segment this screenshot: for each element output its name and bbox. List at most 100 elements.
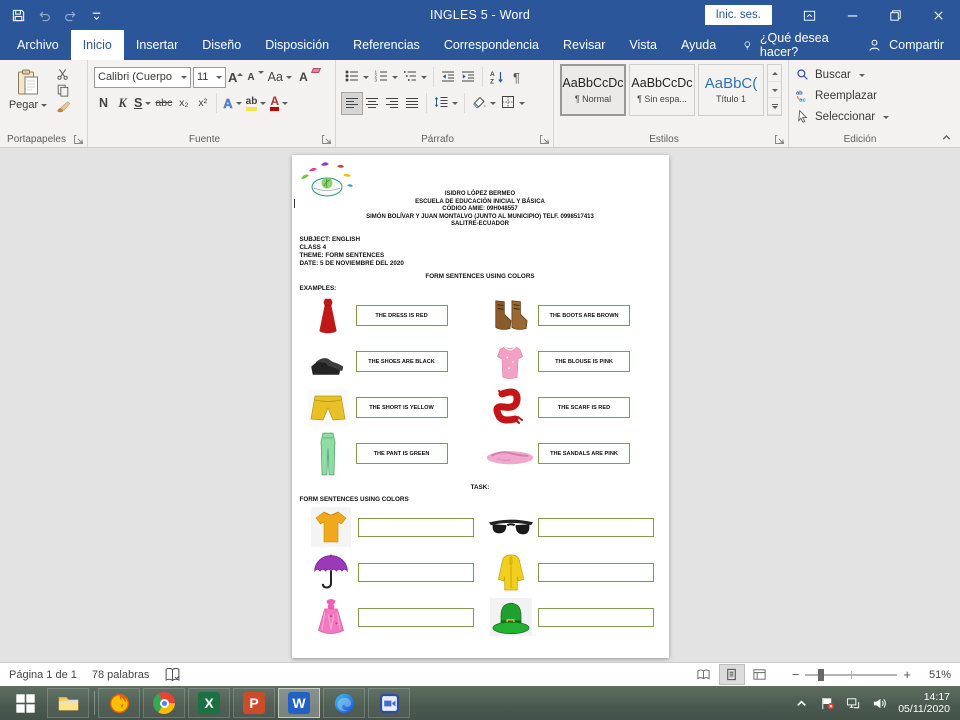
tab-insertar[interactable]: Insertar (124, 30, 190, 60)
action-center-flag-icon[interactable] (820, 696, 835, 711)
sentence-box[interactable]: THE SHORT IS YELLOW (356, 397, 448, 418)
grow-font-button[interactable]: A (226, 67, 245, 88)
font-name-select[interactable]: Calibri (Cuerpo (94, 67, 191, 88)
tab-referencias[interactable]: Referencias (341, 30, 432, 60)
sort-icon[interactable]: AZ (487, 67, 507, 88)
zoom-level[interactable]: 51% (917, 669, 951, 681)
change-case-button[interactable]: Aa (266, 67, 294, 88)
read-mode-view-icon[interactable] (692, 665, 716, 684)
taskbar-app-word[interactable]: W (278, 688, 320, 718)
dress-pink-image[interactable] (304, 595, 358, 639)
answer-box[interactable] (358, 608, 474, 627)
taskbar-app-powerpoint[interactable]: P (233, 688, 275, 718)
shading-button[interactable] (469, 93, 498, 114)
line-spacing-button[interactable] (431, 93, 460, 114)
taskbar-app-edge[interactable] (323, 688, 365, 718)
align-justify-icon[interactable] (402, 93, 422, 114)
cut-icon[interactable] (54, 66, 72, 82)
answer-box[interactable] (538, 518, 654, 537)
multilevel-list-button[interactable] (400, 67, 429, 88)
document-page[interactable]: ISIDRO LÓPEZ BERMEOESCUELA DE EDUCACIÓN … (292, 155, 669, 658)
decrease-indent-icon[interactable] (438, 67, 458, 88)
copy-icon[interactable] (54, 82, 72, 98)
tab-archivo[interactable]: Archivo (5, 30, 71, 60)
taskbar-app-firefox[interactable] (98, 688, 140, 718)
blouse-pink-image[interactable] (482, 342, 538, 382)
web-layout-view-icon[interactable] (748, 665, 772, 684)
increase-indent-icon[interactable] (458, 67, 478, 88)
font-color-button[interactable]: A (268, 93, 290, 114)
share-button[interactable]: Compartir (851, 30, 960, 60)
undo-icon[interactable] (37, 8, 52, 23)
hat-green-image[interactable] (484, 598, 538, 636)
school-logo-image[interactable] (297, 159, 357, 203)
styles-scroll-strip[interactable] (767, 64, 782, 116)
save-icon[interactable] (11, 8, 26, 23)
answer-box[interactable] (538, 608, 654, 627)
collapse-ribbon-icon[interactable] (940, 131, 953, 144)
superscript-button[interactable]: x² (193, 93, 212, 114)
zoom-out-button[interactable]: − (786, 667, 806, 682)
tab-vista[interactable]: Vista (617, 30, 669, 60)
umbrella-purple-image[interactable] (304, 551, 358, 593)
tab-revisar[interactable]: Revisar (551, 30, 617, 60)
ribbon-display-options-icon[interactable] (788, 0, 831, 30)
zoom-in-button[interactable]: + (897, 667, 917, 682)
boots-brown-image[interactable] (482, 297, 538, 335)
highlight-color-button[interactable]: ab (244, 93, 269, 114)
sentence-box[interactable]: THE BOOTS ARE BROWN (538, 305, 630, 326)
network-icon[interactable] (846, 696, 861, 711)
zoom-slider-thumb[interactable] (818, 669, 824, 681)
style-card-normal[interactable]: AaBbCcDc¶ Normal (560, 64, 626, 116)
tab-correspondencia[interactable]: Correspondencia (432, 30, 551, 60)
tab-inicio[interactable]: Inicio (71, 30, 124, 60)
minimize-button[interactable] (831, 0, 874, 30)
raincoat-yellow-image[interactable] (484, 551, 538, 593)
proofing-status-icon[interactable] (164, 666, 181, 683)
style-card-sin-espa[interactable]: AaBbCcDc¶ Sin espa... (629, 64, 695, 116)
tshirt-yellow-image[interactable] (304, 507, 358, 547)
answer-box[interactable] (358, 563, 474, 582)
dress-red-image[interactable] (300, 296, 356, 336)
volume-icon[interactable] (872, 696, 887, 711)
close-button[interactable] (917, 0, 960, 30)
sentence-box[interactable]: THE SCARF IS RED (538, 397, 630, 418)
font-size-select[interactable]: 11 (193, 67, 226, 88)
borders-button[interactable] (498, 93, 527, 114)
clipboard-dialog-launcher-icon[interactable] (73, 134, 84, 145)
show-formatting-marks-icon[interactable]: ¶ (507, 67, 527, 88)
font-dialog-launcher-icon[interactable] (321, 134, 332, 145)
text-effects-button[interactable]: A (221, 93, 243, 114)
styles-scroll-down-icon[interactable] (768, 82, 781, 99)
page-indicator[interactable]: Página 1 de 1 (9, 669, 77, 681)
paragraph-dialog-launcher-icon[interactable] (539, 134, 550, 145)
scarf-red-image[interactable] (482, 387, 538, 429)
select-button[interactable]: Seleccionar (795, 106, 925, 127)
shrink-font-button[interactable]: A (245, 67, 265, 88)
align-right-icon[interactable] (382, 93, 402, 114)
sentence-box[interactable]: THE SANDALS ARE PINK (538, 443, 630, 464)
tab-disposición[interactable]: Disposición (253, 30, 341, 60)
start-button[interactable] (6, 688, 44, 718)
numbering-button[interactable]: 123 (371, 67, 400, 88)
word-count[interactable]: 78 palabras (92, 669, 150, 681)
taskbar-app-chrome[interactable] (143, 688, 185, 718)
underline-button[interactable]: S (132, 93, 153, 114)
tell-me-box[interactable]: ¿Qué desea hacer? (742, 30, 851, 60)
shorts-yellow-image[interactable] (300, 389, 356, 427)
align-center-icon[interactable] (362, 93, 382, 114)
print-layout-view-icon[interactable] (720, 665, 744, 684)
zoom-slider[interactable] (805, 674, 897, 676)
subscript-button[interactable]: x₂ (174, 93, 193, 114)
pants-green-image[interactable] (300, 431, 356, 477)
sentence-box[interactable]: THE PANT IS GREEN (356, 443, 448, 464)
styles-more-icon[interactable] (768, 98, 781, 115)
answer-box[interactable] (538, 563, 654, 582)
replace-button[interactable]: abac Reemplazar (795, 85, 925, 106)
find-button[interactable]: Buscar (795, 64, 925, 85)
paste-button[interactable]: Pegar (6, 64, 50, 116)
restore-button[interactable] (874, 0, 917, 30)
strikethrough-button[interactable]: abc (153, 93, 174, 114)
tab-ayuda[interactable]: Ayuda (669, 30, 728, 60)
sign-in-button[interactable]: Inic. ses. (705, 5, 772, 25)
